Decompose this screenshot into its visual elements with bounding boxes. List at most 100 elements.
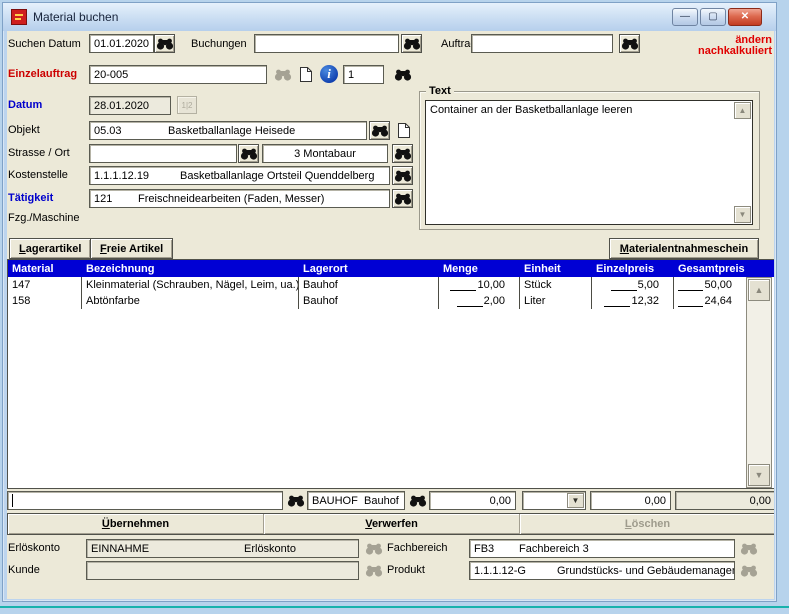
- tab-freie-artikel[interactable]: Freie Artikel: [90, 238, 173, 259]
- close-button[interactable]: ✕: [728, 8, 762, 26]
- table-row[interactable]: 147 Kleinmaterial (Schrauben, Nägel, Lei…: [8, 277, 774, 293]
- binoculars-icon-disabled: [740, 542, 758, 555]
- lagerartikel-table: Material Bezeichnung Lagerort Menge Einh…: [7, 259, 774, 489]
- buchungen-search-button[interactable]: [401, 34, 422, 53]
- material-buchen-window: Material buchen — ▢ ✕ Suchen Datum 01.01…: [2, 2, 777, 602]
- table-scrollbar[interactable]: ▲ ▼: [746, 277, 772, 488]
- kostenstelle-search-button[interactable]: [392, 166, 413, 185]
- lager-search-button[interactable]: [407, 491, 428, 510]
- ort-input[interactable]: 3 Montabaur: [262, 144, 388, 163]
- fachbereich-search-button: [738, 539, 759, 558]
- dropdown-button[interactable]: ▼: [567, 493, 584, 508]
- info-button[interactable]: i: [320, 65, 338, 83]
- artikel-search-button[interactable]: [285, 491, 306, 510]
- info-icon: i: [327, 66, 331, 82]
- binoculars-icon: [394, 147, 412, 160]
- app-icon: [11, 9, 27, 25]
- strasse-label: Strasse / Ort: [8, 147, 70, 159]
- col-header-einzelpreis: Einzelpreis: [592, 260, 674, 277]
- einzelpreis-entry-input[interactable]: 0,00: [590, 491, 671, 510]
- desktop-edge-line: [0, 606, 789, 608]
- text-scroll-down[interactable]: ▼: [734, 206, 751, 223]
- document-icon: [397, 122, 411, 139]
- einzelauftrag-input[interactable]: 20-005: [89, 65, 267, 84]
- table-row[interactable]: 158 Abtönfarbe Bauhof 2,00 Liter 12,32 2…: [8, 293, 774, 309]
- erloeskonto-label: Erlöskonto: [8, 542, 60, 554]
- chevron-down-icon: ▼: [572, 496, 580, 505]
- action-bar: Übernehmen Verwerfen Löschen: [7, 513, 774, 535]
- position-search-button[interactable]: [392, 65, 413, 84]
- scroll-up-icon: ▲: [755, 285, 764, 295]
- binoculars-icon: [403, 37, 421, 50]
- col-header-material: Material: [8, 260, 82, 277]
- col-header-menge: Menge: [439, 260, 520, 277]
- einzelauftrag-search-button: [272, 65, 293, 84]
- table-scroll-up[interactable]: ▲: [748, 279, 770, 301]
- titlebar: Material buchen — ▢ ✕: [3, 3, 776, 31]
- objekt-label: Objekt: [8, 124, 40, 136]
- fachbereich-input[interactable]: FB3Fachbereich 3: [469, 539, 735, 558]
- maximize-button[interactable]: ▢: [700, 8, 726, 26]
- datum-input: 28.01.2020: [89, 96, 171, 115]
- tab-lagerartikel[interactable]: Lagerartikel: [9, 238, 91, 259]
- col-header-bezeichnung: Bezeichnung: [82, 260, 299, 277]
- binoculars-icon: [394, 169, 412, 182]
- binoculars-icon: [287, 494, 305, 507]
- erloeskonto-input: EINNAHMEErlöskonto: [86, 539, 359, 558]
- binoculars-icon: [394, 192, 412, 205]
- binoculars-icon: [240, 147, 258, 160]
- suchen-datum-label: Suchen Datum: [8, 38, 81, 50]
- kostenstelle-input[interactable]: 1.1.1.12.19Basketballanlage Ortsteil Que…: [89, 166, 390, 185]
- table-scroll-down[interactable]: ▼: [748, 464, 770, 486]
- kunde-input: [86, 561, 359, 580]
- menge-entry-input[interactable]: 0,00: [429, 491, 516, 510]
- objekt-new-button[interactable]: [395, 121, 413, 140]
- taetigkeit-search-button[interactable]: [392, 189, 413, 208]
- taetigkeit-label: Tätigkeit: [8, 192, 53, 204]
- lager-input[interactable]: BAUHOFBauhof: [307, 491, 405, 510]
- buchungen-input[interactable]: [254, 34, 399, 53]
- calendar-icon: 1|2: [177, 96, 197, 114]
- strasse-input[interactable]: [89, 144, 237, 163]
- artikel-entry-input[interactable]: [7, 491, 283, 510]
- col-header-lagerort: Lagerort: [299, 260, 439, 277]
- document-icon: [299, 66, 313, 83]
- uebernehmen-button[interactable]: Übernehmen: [8, 514, 264, 534]
- binoculars-icon-disabled: [274, 68, 292, 81]
- scroll-up-icon: ▲: [739, 104, 747, 118]
- taetigkeit-input[interactable]: 121Freischneidearbeiten (Faden, Messer): [89, 189, 390, 208]
- ort-search-button[interactable]: [392, 144, 413, 163]
- position-input[interactable]: 1: [343, 65, 384, 84]
- produkt-label: Produkt: [387, 564, 425, 576]
- minimize-button[interactable]: —: [672, 8, 698, 26]
- verwerfen-button[interactable]: Verwerfen: [264, 514, 520, 534]
- materialentnahmeschein-button[interactable]: Materialentnahmeschein: [609, 238, 759, 259]
- status-badge: ändern nachkalkuliert: [698, 35, 772, 57]
- einheit-dropdown[interactable]: ▼: [522, 491, 586, 510]
- strasse-search-button[interactable]: [238, 144, 259, 163]
- objekt-input[interactable]: 05.03Basketballanlage Heisede: [89, 121, 367, 140]
- auftrag-search-button[interactable]: [619, 34, 640, 53]
- binoculars-icon-disabled: [365, 542, 383, 555]
- col-header-einheit: Einheit: [520, 260, 592, 277]
- table-header-row: Material Bezeichnung Lagerort Menge Einh…: [8, 260, 774, 277]
- datum-label: Datum: [8, 99, 42, 111]
- new-document-button[interactable]: [297, 65, 315, 84]
- text-scroll-up[interactable]: ▲: [734, 102, 751, 119]
- scroll-down-icon: ▼: [739, 208, 747, 222]
- text-caret: [12, 494, 13, 507]
- suchen-datum-input[interactable]: 01.01.2020: [89, 34, 154, 53]
- auftrag-input[interactable]: [471, 34, 613, 53]
- erloeskonto-search-button: [363, 539, 384, 558]
- suchen-datum-search-button[interactable]: [154, 34, 175, 53]
- gesamtpreis-entry-field: 0,00: [675, 491, 774, 510]
- produkt-input[interactable]: 1.1.1.12-GGrundstücks- und Gebäudemanage…: [469, 561, 735, 580]
- scroll-down-icon: ▼: [755, 470, 764, 480]
- binoculars-icon: [156, 37, 174, 50]
- text-textarea[interactable]: Container an der Basketballanlage leeren…: [425, 100, 753, 225]
- text-group-label: Text: [426, 85, 454, 97]
- col-header-gesamtpreis: Gesamtpreis: [674, 260, 746, 277]
- binoculars-icon-disabled: [740, 564, 758, 577]
- kunde-label: Kunde: [8, 564, 40, 576]
- objekt-search-button[interactable]: [369, 121, 390, 140]
